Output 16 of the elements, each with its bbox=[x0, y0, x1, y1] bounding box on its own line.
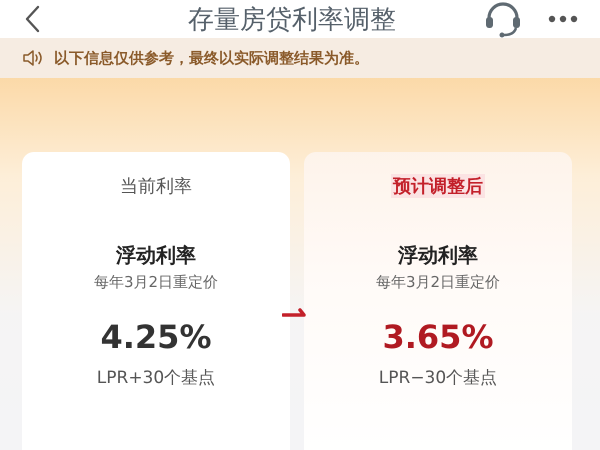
card-title: 预计调整后 bbox=[391, 174, 485, 198]
speaker-icon bbox=[22, 49, 44, 67]
headset-icon[interactable] bbox=[484, 0, 522, 38]
rate-basis: LPR−30个基点 bbox=[378, 367, 498, 389]
notice-text: 以下信息仅供参考，最终以实际调整结果为准。 bbox=[54, 48, 369, 68]
rate-type: 浮动利率 bbox=[398, 242, 478, 269]
rate-value: 3.65% bbox=[382, 318, 494, 356]
repricing-text: 每年3月2日重定价 bbox=[376, 273, 500, 292]
more-icon[interactable] bbox=[548, 15, 578, 23]
back-icon[interactable] bbox=[24, 5, 40, 33]
repricing-text: 每年3月2日重定价 bbox=[94, 273, 218, 292]
rate-value: 4.25% bbox=[100, 318, 212, 356]
page-title: 存量房贷利率调整 bbox=[187, 4, 397, 36]
rate-basis: LPR+30个基点 bbox=[96, 367, 216, 389]
card-title: 当前利率 bbox=[120, 175, 192, 198]
rate-type: 浮动利率 bbox=[116, 242, 196, 269]
